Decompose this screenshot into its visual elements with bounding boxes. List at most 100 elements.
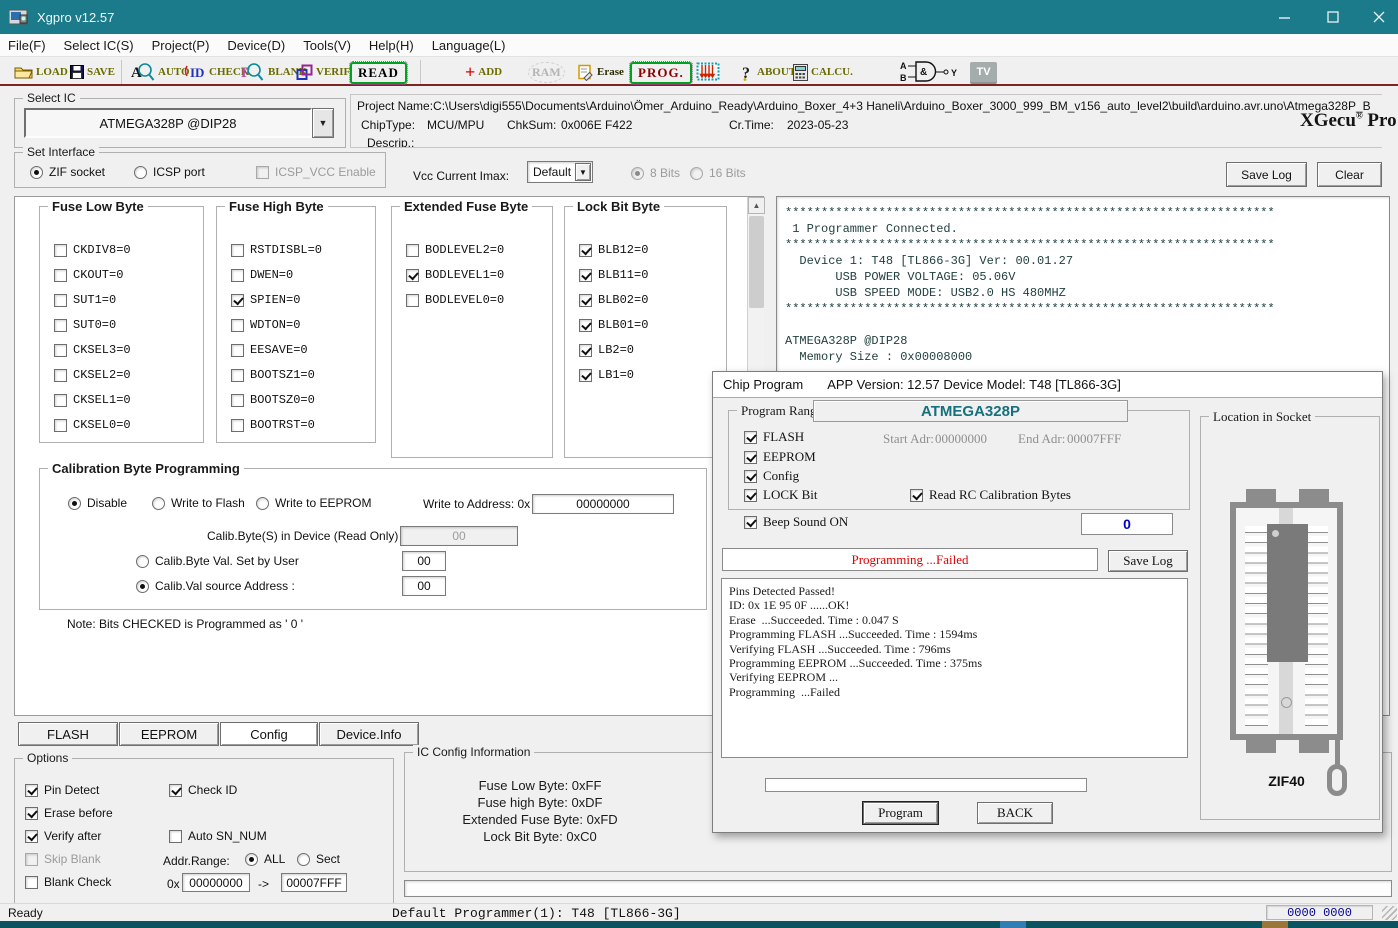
sut1-checkbox[interactable]: SUT1=0	[54, 293, 116, 307]
logic-tool-button[interactable]: AB & Y	[900, 59, 962, 85]
minimize-button[interactable]	[1262, 0, 1308, 34]
icsp-vcc-checkbox[interactable]: ICSP_VCC Enable	[256, 165, 376, 179]
read-rc-checkbox[interactable]: Read RC Calibration Bytes	[910, 487, 1071, 503]
flash-checkbox[interactable]: FLASH	[744, 429, 804, 445]
back-button[interactable]: BACK	[977, 802, 1053, 824]
tv-button[interactable]: TV	[970, 59, 997, 85]
config-checkbox[interactable]: Config	[744, 468, 799, 484]
wdton-checkbox[interactable]: WDTON=0	[231, 318, 300, 332]
cksel3-checkbox[interactable]: CKSEL3=0	[54, 343, 131, 357]
calib-disable-radio[interactable]: Disable	[68, 496, 127, 510]
cksel0-checkbox[interactable]: CKSEL0=0	[54, 418, 131, 432]
zif-socket-radio[interactable]: ZIF socket	[30, 165, 105, 179]
eeprom-checkbox[interactable]: EEPROM	[744, 449, 816, 465]
skip-blank-checkbox[interactable]: Skip Blank	[25, 852, 101, 866]
write-address-input[interactable]: 00000000	[532, 494, 674, 514]
menu-tools[interactable]: Tools(V)	[294, 34, 360, 56]
read-button[interactable]: READ	[350, 60, 407, 86]
calib-readonly-input: 00	[400, 526, 518, 546]
addr-all-radio[interactable]: ALL	[245, 852, 285, 866]
close-button[interactable]	[1356, 0, 1398, 34]
ram-button[interactable]: RAM	[528, 59, 565, 85]
menu-device[interactable]: Device(D)	[218, 34, 294, 56]
bootsz1-checkbox[interactable]: BOOTSZ1=0	[231, 368, 315, 382]
pin-detect-checkbox[interactable]: Pin Detect	[25, 783, 99, 797]
auto-sn-checkbox[interactable]: Auto SN_NUM	[169, 829, 267, 843]
spien-checkbox[interactable]: SPIEN=0	[231, 293, 300, 307]
ic-test-button[interactable]	[694, 59, 722, 85]
menu-language[interactable]: Language(L)	[423, 34, 515, 56]
bootrst-checkbox[interactable]: BOOTRST=0	[231, 418, 315, 432]
tab-eeprom[interactable]: EEPROM	[119, 722, 219, 746]
ckout-checkbox[interactable]: CKOUT=0	[54, 268, 123, 282]
eesave-checkbox[interactable]: EESAVE=0	[231, 343, 308, 357]
rstdisbl-checkbox[interactable]: RSTDISBL=0	[231, 243, 322, 257]
menu-select-ic[interactable]: Select IC(S)	[55, 34, 143, 56]
blb11-checkbox[interactable]: BLB11=0	[579, 268, 648, 282]
blb01-checkbox[interactable]: BLB01=0	[579, 318, 648, 332]
cksel1-checkbox[interactable]: CKSEL1=0	[54, 393, 131, 407]
load-button[interactable]: LOAD	[14, 59, 68, 85]
erase-before-checkbox[interactable]: Erase before	[25, 806, 113, 820]
ic-selector[interactable]: ATMEGA328P @DIP28	[24, 108, 312, 138]
dwen-checkbox[interactable]: DWEN=0	[231, 268, 293, 282]
resize-grip[interactable]	[1382, 906, 1397, 920]
verify-button[interactable]: VERIFY	[296, 59, 358, 85]
checkbox-box	[54, 394, 67, 407]
auto-button[interactable]: A AUTO	[131, 59, 190, 85]
16bits-radio[interactable]: 16 Bits	[690, 166, 746, 180]
tab-device-info[interactable]: Device.Info	[319, 722, 419, 746]
blank-check-checkbox[interactable]: Blank Check	[25, 875, 111, 889]
dialog-save-log-label: Save Log	[1123, 553, 1172, 569]
tab-flash[interactable]: FLASH	[18, 722, 118, 746]
bodlevel0-checkbox[interactable]: BODLEVEL0=0	[406, 293, 504, 307]
calib-write-eeprom-radio[interactable]: Write to EEPROM	[256, 496, 371, 510]
cksel2-checkbox[interactable]: CKSEL2=0	[54, 368, 131, 382]
program-button[interactable]: Program	[863, 802, 938, 824]
calib-source-input[interactable]: 00	[402, 576, 446, 596]
calcu-button[interactable]: CALCU.	[793, 59, 853, 85]
addr-sect-radio[interactable]: Sect	[297, 852, 340, 866]
calib-user-input[interactable]: 00	[402, 551, 446, 571]
bootsz0-checkbox[interactable]: BOOTSZ0=0	[231, 393, 315, 407]
maximize-button[interactable]	[1310, 0, 1356, 34]
add-button[interactable]: + ADD	[465, 59, 502, 85]
question-icon: ?	[741, 64, 754, 81]
bodlevel2-checkbox[interactable]: BODLEVEL2=0	[406, 243, 504, 257]
about-button[interactable]: ? ABOUT	[741, 59, 796, 85]
lb2-checkbox[interactable]: LB2=0	[579, 343, 634, 357]
check-id-checkbox[interactable]: Check ID	[169, 783, 237, 797]
calib-write-flash-radio[interactable]: Write to Flash	[152, 496, 245, 510]
dialog-save-log-button[interactable]: Save Log	[1108, 550, 1188, 572]
dialog-titlebar[interactable]: Chip Program APP Version: 12.57 Device M…	[713, 372, 1382, 398]
vcc-dropdown-button[interactable]: ▼	[575, 163, 591, 181]
range-from-input[interactable]: 00000000	[182, 873, 250, 892]
erase-button[interactable]: Erase	[578, 59, 624, 85]
ic-dropdown-button[interactable]: ▼	[312, 108, 334, 138]
menu-project[interactable]: Project(P)	[143, 34, 219, 56]
calib-user-radio[interactable]: Calib.Byte Val. Set by User	[136, 554, 299, 568]
check-button[interactable]: ID CHECK	[184, 59, 249, 85]
scroll-up-button[interactable]: ▲	[748, 197, 765, 214]
menu-help[interactable]: Help(H)	[360, 34, 423, 56]
blb12-checkbox[interactable]: BLB12=0	[579, 243, 648, 257]
tab-config[interactable]: Config	[220, 722, 318, 746]
scrollbar-thumb[interactable]	[749, 216, 764, 308]
menu-file[interactable]: File(F)	[0, 34, 55, 56]
ckdiv8-checkbox[interactable]: CKDIV8=0	[54, 243, 131, 257]
beep-checkbox[interactable]: Beep Sound ON	[744, 514, 848, 530]
sut0-checkbox[interactable]: SUT0=0	[54, 318, 116, 332]
lock-bit-checkbox[interactable]: LOCK Bit	[744, 487, 818, 503]
icsp-port-radio[interactable]: ICSP port	[134, 165, 205, 179]
bodlevel1-checkbox[interactable]: BODLEVEL1=0	[406, 268, 504, 282]
calib-source-radio[interactable]: Calib.Val source Address :	[136, 579, 295, 593]
8bits-radio[interactable]: 8 Bits	[631, 166, 680, 180]
clear-button[interactable]: Clear	[1317, 162, 1382, 187]
prog-button[interactable]: PROG.	[630, 60, 692, 86]
range-to-input[interactable]: 00007FFF	[281, 873, 347, 892]
lb1-checkbox[interactable]: LB1=0	[579, 368, 634, 382]
verify-after-checkbox[interactable]: Verify after	[25, 829, 101, 843]
save-button[interactable]: SAVE	[70, 59, 115, 85]
save-log-button[interactable]: Save Log	[1226, 162, 1307, 187]
blb02-checkbox[interactable]: BLB02=0	[579, 293, 648, 307]
